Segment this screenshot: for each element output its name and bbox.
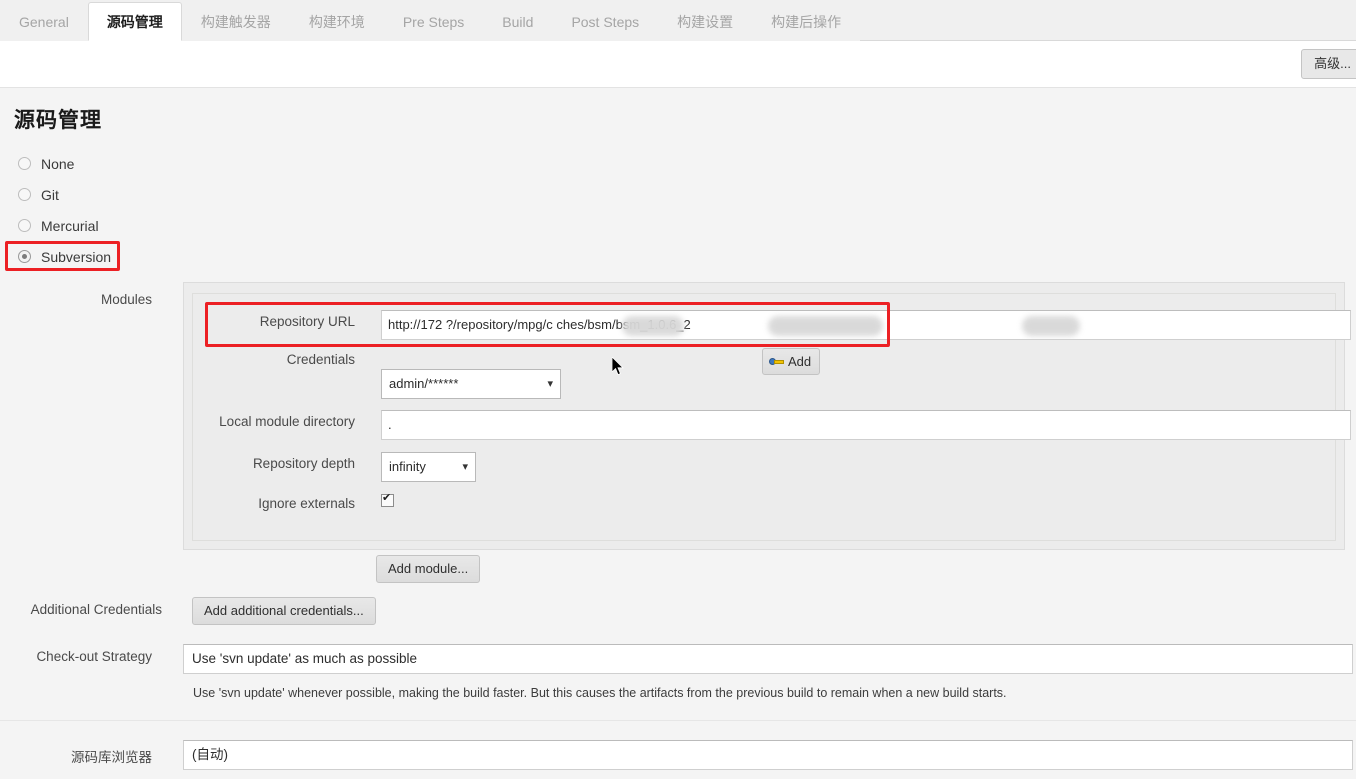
checkout-strategy-row: Check-out Strategy Use 'svn update' as m… [0, 624, 1356, 674]
local-module-directory-input[interactable]: . [381, 410, 1351, 440]
ignore-externals-checkbox[interactable] [381, 492, 394, 507]
repository-url-row: Repository URL http://172 ?/repository/m… [193, 304, 1351, 348]
ignore-externals-label: Ignore externals [258, 496, 355, 511]
jenkins-job-config-page: General 源码管理 构建触发器 构建环境 Pre Steps Build … [0, 0, 1356, 779]
repository-url-label: Repository URL [259, 314, 355, 329]
advanced-button[interactable]: 高级... [1301, 49, 1356, 79]
additional-credentials-row: Additional Credentials Add additional cr… [0, 582, 1356, 625]
credentials-label: Credentials [286, 352, 355, 367]
scm-option-label: Git [41, 186, 59, 203]
local-module-directory-row: Local module directory . [193, 404, 1351, 446]
repository-depth-row: Repository depth infinity [193, 446, 1335, 488]
scm-option-label: None [41, 155, 75, 172]
repository-browser-select[interactable]: (自动) [183, 740, 1353, 770]
modules-row: Modules Repository URL http://172 ?/repo… [0, 282, 1356, 583]
add-additional-credentials-button[interactable]: Add additional credentials... [192, 597, 376, 625]
add-credentials-label: Add [788, 354, 812, 369]
radio-icon-git[interactable] [18, 188, 31, 201]
credentials-select[interactable]: admin/****** [381, 369, 561, 399]
tab-post-steps[interactable]: Post Steps [552, 2, 659, 41]
local-module-directory-label: Local module directory [219, 414, 355, 429]
key-icon [769, 357, 784, 368]
redaction-blur-1 [622, 316, 684, 336]
module-entry: Repository URL http://172 ?/repository/m… [192, 293, 1351, 541]
redaction-blur-2 [768, 316, 883, 336]
tab-build-triggers[interactable]: 构建触发器 [181, 2, 290, 41]
radio-icon-mercurial[interactable] [18, 219, 31, 232]
checkout-strategy-help-row: Use 'svn update' whenever possible, maki… [0, 668, 1356, 718]
page-title: 源码管理 [14, 109, 102, 132]
add-credentials-button[interactable]: Add [762, 348, 821, 375]
add-module-button[interactable]: Add module... [376, 555, 481, 583]
radio-icon-subversion[interactable] [18, 250, 31, 263]
scm-option-mercurial[interactable]: Mercurial [0, 210, 400, 241]
scm-option-git[interactable]: Git [0, 179, 400, 210]
tab-build-settings[interactable]: 构建设置 [658, 2, 753, 41]
tab-build[interactable]: Build [483, 2, 553, 41]
tab-general[interactable]: General [0, 2, 88, 41]
config-tab-bar: General 源码管理 构建触发器 构建环境 Pre Steps Build … [0, 0, 1356, 41]
repository-url-input[interactable]: http://172 ?/repository/mpg/c ches/bsm/b… [381, 310, 1351, 340]
redaction-blur-3 [1022, 316, 1080, 336]
radio-icon-none[interactable] [18, 157, 31, 170]
ignore-externals-row: Ignore externals [193, 488, 1335, 528]
scm-radio-group: None Git Mercurial Subversion [0, 148, 400, 272]
repository-browser-row: 源码库浏览器 (自动) [0, 718, 1356, 778]
repository-depth-select[interactable]: infinity [381, 452, 476, 482]
scm-form: Modules Repository URL http://172 ?/repo… [0, 282, 1356, 778]
tab-scm[interactable]: 源码管理 [87, 2, 182, 41]
scm-option-subversion[interactable]: Subversion [0, 241, 400, 272]
modules-label: Modules [100, 292, 152, 307]
scm-option-label: Subversion [41, 248, 112, 265]
modules-panel: Repository URL http://172 ?/repository/m… [183, 282, 1351, 583]
credentials-row: Credentials admin/****** Add [193, 348, 1335, 404]
scm-option-none[interactable]: None [0, 148, 400, 179]
additional-credentials-label: Additional Credentials [30, 602, 162, 617]
tab-pre-steps[interactable]: Pre Steps [383, 2, 484, 41]
config-subbar: 高级... [0, 41, 1356, 88]
scm-option-label: Mercurial [41, 217, 99, 234]
checkout-strategy-label: Check-out Strategy [36, 649, 152, 664]
repository-browser-label: 源码库浏览器 [71, 750, 152, 765]
repository-depth-label: Repository depth [252, 456, 355, 471]
config-tabs: General 源码管理 构建触发器 构建环境 Pre Steps Build … [0, 0, 1356, 41]
checkout-strategy-help: Use 'svn update' whenever possible, maki… [193, 686, 1007, 700]
tab-post-build-actions[interactable]: 构建后操作 [752, 2, 861, 41]
tab-build-environment[interactable]: 构建环境 [289, 2, 384, 41]
